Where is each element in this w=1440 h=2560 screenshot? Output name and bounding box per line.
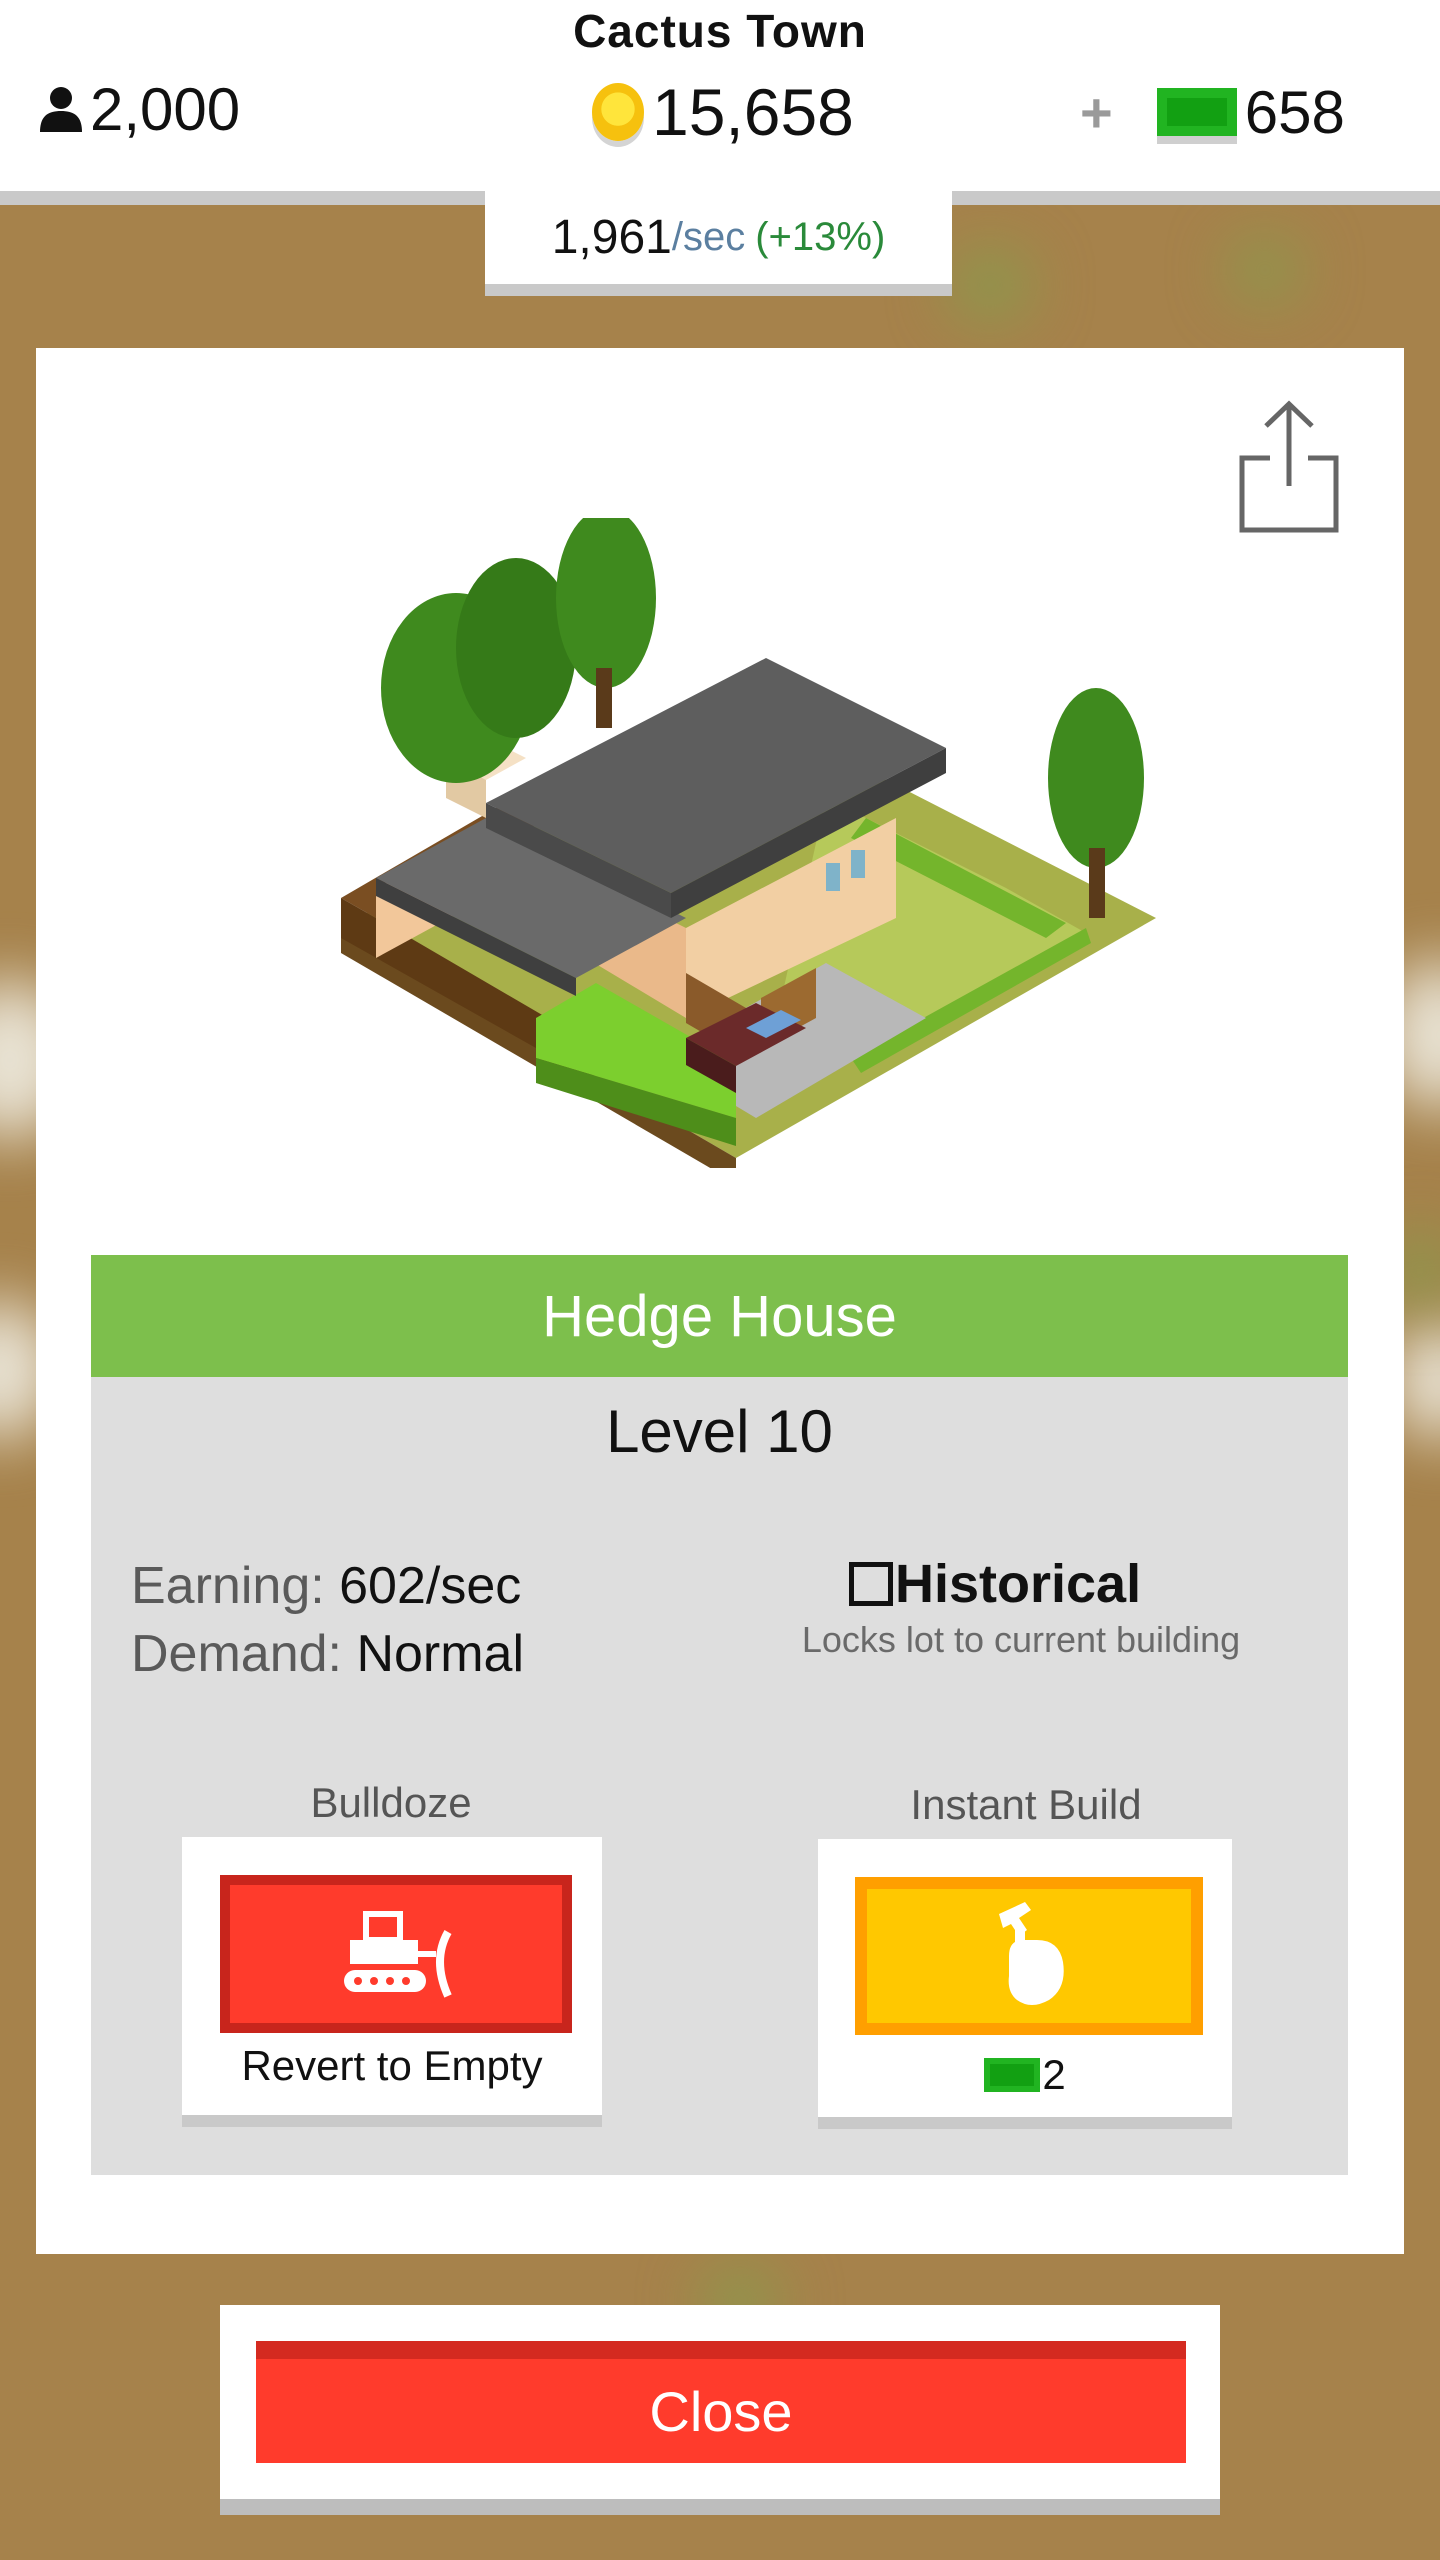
income-rate-value: 1,961 xyxy=(551,210,672,264)
cash-counter[interactable]: + 658 xyxy=(1080,72,1345,152)
population-value: 2,000 xyxy=(90,76,241,143)
top-bar: Cactus Town 2,000 15,658 + 658 xyxy=(0,0,1440,205)
town-title: Cactus Town xyxy=(573,5,867,57)
bulldoze-button[interactable] xyxy=(220,1875,572,2033)
share-icon[interactable] xyxy=(1236,398,1344,538)
instant-build-card: 2 xyxy=(818,1839,1232,2117)
earning-value: 602/sec xyxy=(339,1557,522,1615)
demand-value: Normal xyxy=(356,1625,525,1683)
historical-label[interactable]: Historical xyxy=(895,1553,1141,1615)
coins-value: 15,658 xyxy=(652,75,854,149)
income-rate-tab: 1,961 /sec (+13%) xyxy=(485,190,952,296)
instant-build-button[interactable] xyxy=(855,1877,1203,2035)
close-button[interactable]: Close xyxy=(256,2341,1186,2463)
population-counter: 2,000 xyxy=(38,72,240,147)
instant-build-label: Instant Build xyxy=(910,1781,1142,1828)
income-bonus: (+13%) xyxy=(755,214,886,259)
coins-counter: 15,658 xyxy=(592,72,854,152)
building-level: Level 10 xyxy=(606,1398,833,1465)
add-cash-button[interactable]: + xyxy=(1080,80,1113,145)
hammer-hand-icon xyxy=(999,1902,1064,2005)
bulldoze-label: Bulldoze xyxy=(310,1779,472,1826)
building-panel: Hedge House Level 10 Earning: 602/sec De… xyxy=(36,348,1404,2254)
person-icon xyxy=(40,86,82,132)
close-card: Close xyxy=(220,2305,1220,2499)
historical-toggle[interactable]: Historical xyxy=(849,1553,1141,1615)
earning-label: Earning: xyxy=(131,1557,325,1615)
bulldoze-card: Revert to Empty xyxy=(182,1837,602,2115)
historical-checkbox[interactable] xyxy=(849,1562,893,1606)
cash-value: 658 xyxy=(1244,78,1345,146)
instant-build-cost-value: 2 xyxy=(1042,2051,1066,2098)
income-rate-unit: /sec xyxy=(671,214,746,259)
cash-bill-icon xyxy=(984,2058,1041,2092)
bulldozer-icon xyxy=(344,1911,452,1998)
instant-build-cost: 2 xyxy=(818,2051,1232,2099)
revert-to-empty-text[interactable]: Revert to Empty xyxy=(182,2042,602,2090)
cash-bill-icon xyxy=(1156,88,1237,136)
building-illustration xyxy=(341,518,1156,1168)
building-info: Level 10 Earning: 602/sec Demand: Normal… xyxy=(91,1377,1348,2175)
historical-description: Locks lot to current building xyxy=(801,1619,1241,1660)
building-name-bar: Hedge House xyxy=(91,1255,1348,1377)
demand-label: Demand: xyxy=(131,1625,342,1683)
building-stats: Earning: 602/sec Demand: Normal xyxy=(131,1552,524,1688)
coin-icon xyxy=(592,83,644,141)
